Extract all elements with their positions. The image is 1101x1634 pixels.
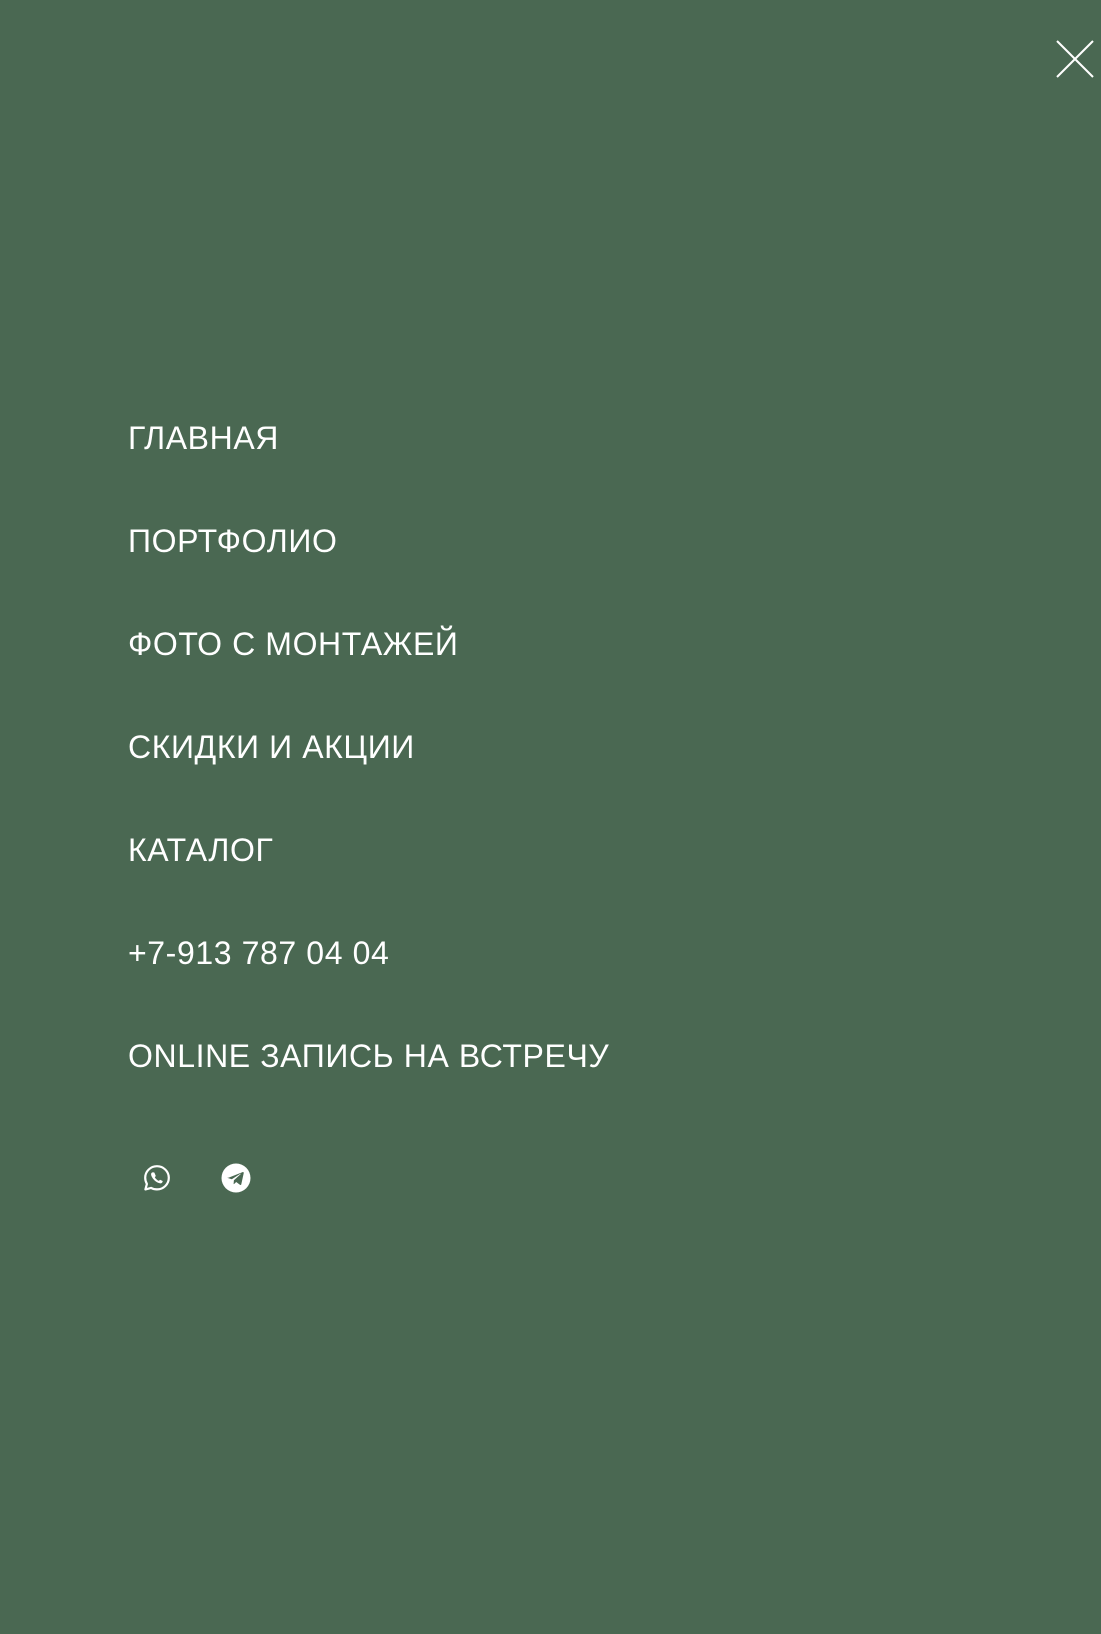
nav-item-portfolio: ПОРТФОЛИО: [128, 523, 609, 626]
nav-item-phone: +7-913 787 04 04: [128, 935, 609, 1038]
main-navigation: ГЛАВНАЯ ПОРТФОЛИО ФОТО С МОНТАЖЕЙ СКИДКИ…: [128, 420, 609, 1141]
nav-item-online-booking: ONLINE ЗАПИСЬ НА ВСТРЕЧУ: [128, 1038, 609, 1141]
telegram-link[interactable]: [221, 1163, 251, 1193]
nav-link-installation-photos[interactable]: ФОТО С МОНТАЖЕЙ: [128, 626, 458, 662]
whatsapp-link[interactable]: [142, 1163, 172, 1193]
online-booking-link[interactable]: ONLINE ЗАПИСЬ НА ВСТРЕЧУ: [128, 1038, 609, 1074]
close-icon: [1056, 40, 1094, 78]
close-menu-button[interactable]: [1055, 39, 1095, 79]
telegram-icon: [221, 1163, 251, 1193]
phone-link[interactable]: +7-913 787 04 04: [128, 935, 389, 971]
nav-link-catalog[interactable]: КАТАЛОГ: [128, 832, 273, 868]
nav-item-installation-photos: ФОТО С МОНТАЖЕЙ: [128, 626, 609, 729]
mobile-menu-overlay: ГЛАВНАЯ ПОРТФОЛИО ФОТО С МОНТАЖЕЙ СКИДКИ…: [0, 0, 1101, 1634]
whatsapp-icon: [144, 1165, 170, 1191]
nav-link-portfolio[interactable]: ПОРТФОЛИО: [128, 523, 337, 559]
nav-item-home: ГЛАВНАЯ: [128, 420, 609, 523]
nav-item-discounts: СКИДКИ И АКЦИИ: [128, 729, 609, 832]
nav-link-home[interactable]: ГЛАВНАЯ: [128, 420, 279, 456]
nav-item-catalog: КАТАЛОГ: [128, 832, 609, 935]
social-links: [142, 1163, 300, 1193]
nav-link-discounts[interactable]: СКИДКИ И АКЦИИ: [128, 729, 415, 765]
